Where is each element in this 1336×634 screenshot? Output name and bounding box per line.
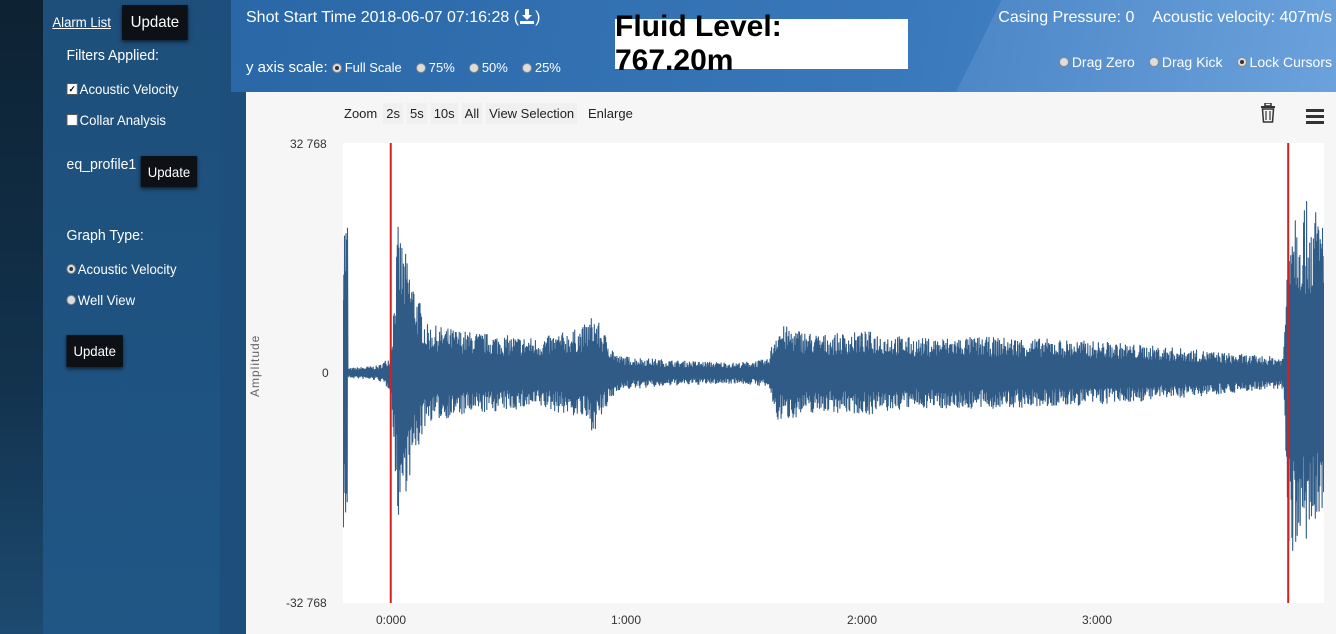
profile-name: eq_profile1 <box>66 156 137 173</box>
shot-start-text: Shot Start Time 2018-06-07 07:16:28 ( <box>246 9 520 26</box>
y-axis-scale-label: y axis scale: <box>246 59 328 76</box>
alarm-list-link[interactable]: Alarm List <box>52 14 111 30</box>
filter-collar-analysis[interactable]: Collar Analysis <box>66 112 166 128</box>
filter-label: Collar Analysis <box>79 112 166 128</box>
y-tick-label: -32 768 <box>286 596 327 610</box>
x-tick-label: 0:000 <box>375 613 407 627</box>
acoustic-velocity-label: Acoustic velocity: <box>1152 9 1276 26</box>
menu-icon[interactable] <box>1306 108 1324 129</box>
y-scale-50[interactable]: 50% <box>468 60 508 75</box>
acoustic-velocity: Acoustic velocity: 407m/s <box>1152 9 1332 27</box>
y-scale-25[interactable]: 25% <box>521 60 561 75</box>
y-scale-full[interactable]: Full Scale <box>331 60 402 75</box>
graph-type-label: Acoustic Velocity <box>77 261 177 277</box>
checkbox-unchecked-icon[interactable] <box>66 114 78 126</box>
y-tick-label: 0 <box>322 366 329 380</box>
status-readout: Casing Pressure: 0 Acoustic velocity: 40… <box>998 9 1332 27</box>
left-dark-strip <box>0 0 43 634</box>
enlarge-button[interactable]: Enlarge <box>588 106 633 121</box>
option-label: Drag Zero <box>1071 54 1135 70</box>
option-label: Drag Kick <box>1161 54 1223 70</box>
drag-kick-option[interactable]: Drag Kick <box>1148 54 1223 70</box>
radio-selected-icon[interactable] <box>1236 57 1247 67</box>
option-label: 75% <box>428 60 455 75</box>
radio-unselected-icon[interactable] <box>1058 57 1069 67</box>
zoom-10s-button[interactable]: 10s <box>430 103 458 124</box>
checkbox-checked-icon[interactable]: ✓ <box>66 83 78 95</box>
update-profile-button[interactable]: Update <box>140 156 198 187</box>
waveform-chart[interactable] <box>343 143 1324 603</box>
casing-pressure: Casing Pressure: 0 <box>998 9 1134 27</box>
shot-start-close: ) <box>535 9 541 26</box>
option-label: Full Scale <box>344 60 402 75</box>
x-tick-label: 2:000 <box>846 613 878 627</box>
update-alarm-button[interactable]: Update <box>121 5 188 40</box>
download-icon[interactable] <box>519 9 535 29</box>
amplitude-series-line <box>343 201 1324 551</box>
radio-selected-icon[interactable] <box>66 264 76 274</box>
graph-type-label: Well View <box>77 292 136 308</box>
header-bar: Shot Start Time 2018-06-07 07:16:28 ( ) … <box>231 0 1336 92</box>
casing-pressure-label: Casing Pressure: <box>998 9 1121 26</box>
radio-unselected-icon[interactable] <box>1148 57 1159 67</box>
update-graph-button[interactable]: Update <box>66 335 123 367</box>
filters-title: Filters Applied: <box>66 47 159 64</box>
zoom-toolbar: Zoom 2s 5s 10s All View Selection <box>342 103 578 124</box>
y-axis-scale: y axis scale: Full Scale 75% 50% 25% <box>246 59 571 76</box>
view-selection-button[interactable]: View Selection <box>486 103 578 124</box>
zoom-all-button[interactable]: All <box>461 103 483 124</box>
y-axis-title: Amplitude <box>248 334 262 397</box>
y-tick-label: 32 768 <box>290 137 327 151</box>
graph-type-acoustic-velocity[interactable]: Acoustic Velocity <box>66 261 177 277</box>
filter-label: Acoustic Velocity <box>79 81 179 97</box>
drag-zero-option[interactable]: Drag Zero <box>1058 54 1135 70</box>
lock-cursors-option[interactable]: Lock Cursors <box>1236 54 1332 70</box>
x-tick-label: 3:000 <box>1081 613 1113 627</box>
option-label: 25% <box>534 60 561 75</box>
graph-type-title: Graph Type: <box>66 227 144 244</box>
option-label: 50% <box>481 60 508 75</box>
casing-pressure-value: 0 <box>1125 9 1135 26</box>
cursor-mode: Drag Zero Drag Kick Lock Cursors <box>1058 54 1332 70</box>
x-tick-label: 1:000 <box>610 613 642 627</box>
radio-unselected-icon[interactable] <box>468 62 479 73</box>
radio-unselected-icon[interactable] <box>521 62 532 73</box>
option-label: Lock Cursors <box>1249 54 1332 70</box>
shot-start-time: Shot Start Time 2018-06-07 07:16:28 ( ) <box>246 9 540 29</box>
radio-unselected-icon[interactable] <box>66 295 76 305</box>
radio-unselected-icon[interactable] <box>415 62 426 73</box>
filter-acoustic-velocity[interactable]: ✓ Acoustic Velocity <box>66 81 179 97</box>
radio-selected-icon[interactable] <box>331 62 342 73</box>
y-scale-75[interactable]: 75% <box>415 60 455 75</box>
zoom-label: Zoom <box>344 106 378 121</box>
fluid-level-display: Fluid Level: 767.20m <box>615 10 908 77</box>
zoom-2s-button[interactable]: 2s <box>383 103 403 124</box>
sidebar: Alarm List Update Filters Applied: ✓ Aco… <box>43 0 220 634</box>
graph-type-well-view[interactable]: Well View <box>66 292 136 308</box>
trash-icon[interactable] <box>1260 102 1276 128</box>
acoustic-velocity-value: 407m/s <box>1279 9 1332 26</box>
chart-panel: Zoom 2s 5s 10s All View Selection Enlarg… <box>246 92 1336 634</box>
zoom-5s-button[interactable]: 5s <box>406 103 427 124</box>
